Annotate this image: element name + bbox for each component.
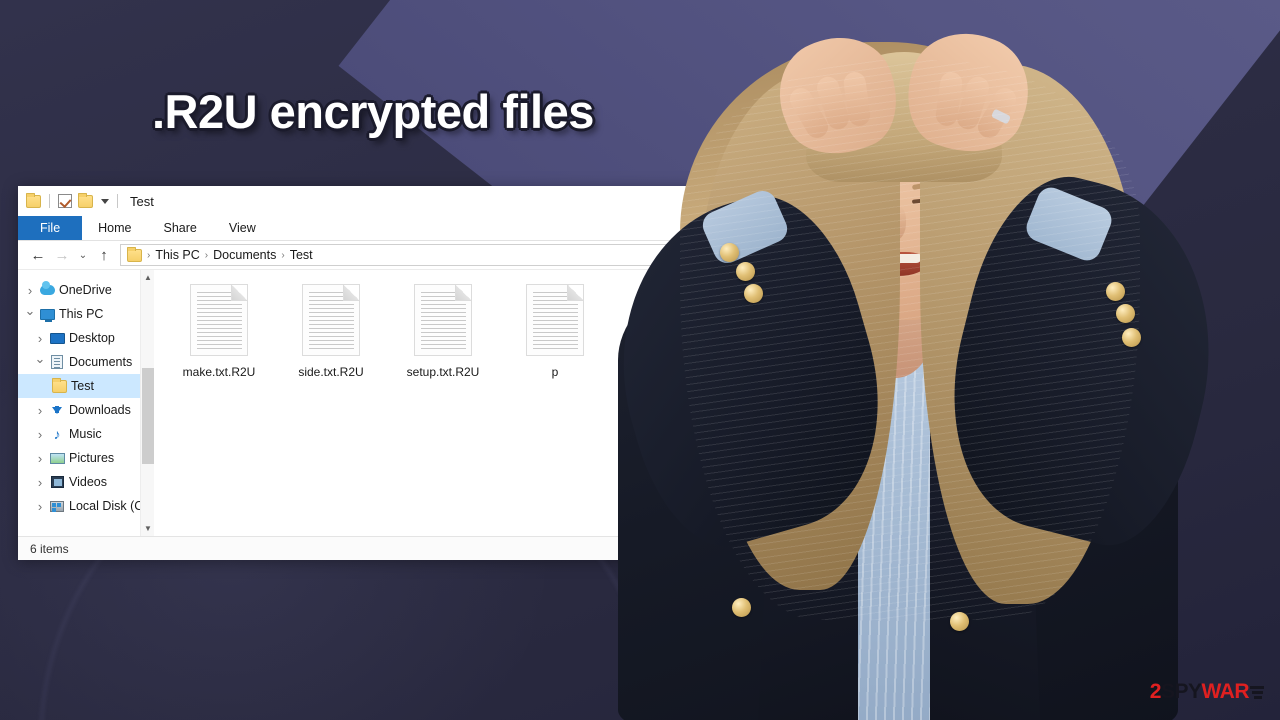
sidebar-item-this-pc[interactable]: This PC <box>18 302 154 326</box>
new-folder-icon[interactable] <box>78 192 93 208</box>
file-item[interactable]: side.txt.R2U <box>284 284 378 536</box>
desktop-icon <box>48 332 66 344</box>
breadcrumb-item-test[interactable]: Test <box>290 248 313 262</box>
disk-icon <box>48 500 66 512</box>
sidebar-scrollbar[interactable]: ▲ ▼ <box>140 270 154 536</box>
cloud-icon <box>38 281 56 295</box>
logo-part-2: 2 <box>1149 680 1162 703</box>
sidebar-item-label: OneDrive <box>59 283 112 297</box>
breadcrumb-folder-icon <box>127 246 142 262</box>
up-button[interactable]: ↑ <box>92 243 116 267</box>
sidebar-item-label: Pictures <box>69 451 115 465</box>
toolbar-divider <box>49 194 50 208</box>
breadcrumb-item-documents[interactable]: Documents <box>213 248 276 262</box>
forward-button[interactable]: → <box>50 243 74 267</box>
file-name: setup.txt.R2U <box>406 365 480 379</box>
file-item[interactable]: p <box>508 284 602 536</box>
documents-icon <box>48 355 66 369</box>
tab-home[interactable]: Home <box>82 216 147 240</box>
recent-locations-button[interactable]: ⌄ <box>74 243 92 267</box>
music-icon: ♪ <box>53 426 61 442</box>
folder-icon[interactable] <box>26 192 41 208</box>
sidebar-item-music[interactable]: ♪ Music <box>18 422 154 446</box>
scroll-down-icon[interactable]: ▼ <box>141 521 155 536</box>
sidebar-item-label: Local Disk (C:) <box>69 499 151 513</box>
file-list-pane[interactable]: make.txt.R2U side.txt.R2U setup.txt.R2U … <box>154 270 818 536</box>
sidebar-item-downloads[interactable]: Downloads <box>18 398 154 422</box>
address-bar: ← → ⌄ ↑ › This PC › Documents › Test <box>18 241 818 270</box>
properties-checkbox-icon[interactable] <box>58 194 72 208</box>
breadcrumb-separator: › <box>281 249 285 261</box>
pictures-icon <box>48 452 66 464</box>
downloads-icon <box>48 405 66 414</box>
sidebar-item-pictures[interactable]: Pictures <box>18 446 154 470</box>
breadcrumb-separator: › <box>204 249 209 261</box>
chevron-right-icon[interactable] <box>32 475 48 490</box>
sidebar-item-label: Desktop <box>69 331 115 345</box>
back-button[interactable]: ← <box>26 243 50 267</box>
chevron-right-icon[interactable] <box>32 331 48 346</box>
window-titlebar: Test <box>18 186 818 216</box>
logo-part-spy: SPY <box>1160 680 1202 703</box>
file-name: make.txt.R2U <box>182 365 256 379</box>
chevron-right-icon[interactable] <box>32 451 48 466</box>
status-bar: 6 items <box>18 536 818 560</box>
text-file-icon <box>414 284 472 356</box>
window-body: OneDrive This PC Desktop Documents Test <box>18 270 818 536</box>
sidebar-item-label: Documents <box>69 355 133 369</box>
file-name: p <box>551 365 559 379</box>
file-item[interactable]: setup.txt.R2U <box>396 284 490 536</box>
scrollbar-thumb[interactable] <box>142 368 154 464</box>
window-title: Test <box>130 193 154 209</box>
chevron-down-icon[interactable] <box>22 306 38 322</box>
file-name: side.txt.R2U <box>298 365 364 379</box>
chevron-down-icon[interactable] <box>32 354 48 370</box>
ribbon-tabs: File Home Share View <box>18 216 818 241</box>
chevron-right-icon[interactable] <box>32 427 48 442</box>
item-count-label: 6 items <box>30 541 69 556</box>
sidebar-item-test[interactable]: Test <box>18 374 154 398</box>
sidebar-item-local-disk[interactable]: Local Disk (C:) <box>18 494 154 518</box>
breadcrumb-item-this-pc[interactable]: This PC <box>155 248 199 262</box>
page-title: .R2U encrypted files <box>152 85 594 138</box>
breadcrumb-separator: › <box>147 249 151 261</box>
2spyware-watermark: 2 SPY WAR <box>1150 680 1264 704</box>
tab-share[interactable]: Share <box>148 216 213 240</box>
folder-icon <box>50 377 68 393</box>
tab-file[interactable]: File <box>18 216 83 240</box>
sidebar-item-desktop[interactable]: Desktop <box>18 326 154 350</box>
file-item[interactable]: make.txt.R2U <box>172 284 266 536</box>
chevron-right-icon[interactable] <box>32 499 48 514</box>
logo-part-war: WAR <box>1201 680 1250 703</box>
sidebar-item-label: Test <box>71 379 94 393</box>
sidebar-item-onedrive[interactable]: OneDrive <box>18 278 154 302</box>
sidebar-item-videos[interactable]: Videos <box>18 470 154 494</box>
computer-icon <box>38 308 56 322</box>
scroll-up-icon[interactable]: ▲ <box>141 270 155 285</box>
videos-icon <box>48 476 66 488</box>
sidebar-item-label: This PC <box>59 307 104 321</box>
file-explorer-window: Test File Home Share View ← → ⌄ ↑ › This… <box>18 186 818 560</box>
chevron-right-icon[interactable] <box>22 283 38 298</box>
text-file-icon <box>190 284 248 356</box>
chevron-down-icon[interactable] <box>101 198 109 204</box>
tab-view[interactable]: View <box>213 216 272 240</box>
breadcrumb[interactable]: › This PC › Documents › Test <box>120 244 810 266</box>
chevron-mark-icon <box>1250 685 1264 699</box>
navigation-pane: OneDrive This PC Desktop Documents Test <box>18 270 154 536</box>
toolbar-divider <box>117 194 118 208</box>
chevron-right-icon[interactable] <box>32 403 48 418</box>
text-file-icon <box>302 284 360 356</box>
sidebar-item-documents[interactable]: Documents <box>18 350 154 374</box>
sidebar-item-label: Downloads <box>69 403 131 417</box>
text-file-icon <box>526 284 584 356</box>
sidebar-item-label: Videos <box>69 475 107 489</box>
sidebar-item-label: Music <box>69 427 102 441</box>
